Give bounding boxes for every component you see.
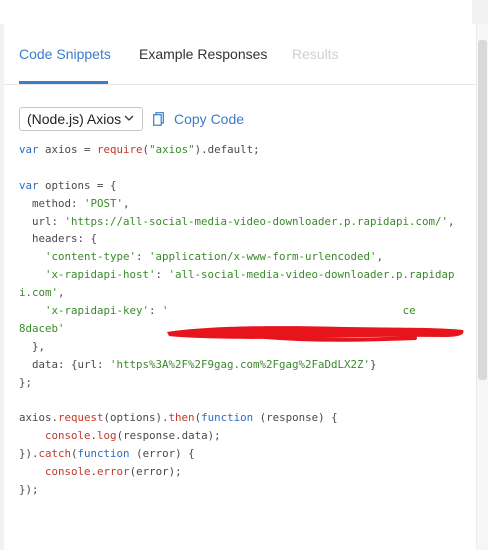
code-token: } bbox=[370, 357, 377, 371]
code-token: url: bbox=[19, 214, 65, 228]
code-token: method: bbox=[19, 196, 85, 210]
code-token: console bbox=[45, 465, 91, 479]
code-token: : bbox=[155, 268, 169, 282]
code-token: 'x-rapidapi-key' bbox=[45, 304, 150, 318]
code-line: 'x-rapidapi-host': 'all-social-media-vid… bbox=[19, 266, 474, 284]
code-line: url: 'https://all-social-media-video-dow… bbox=[19, 213, 474, 231]
code-token: : bbox=[136, 250, 150, 264]
tab-results[interactable]: Results bbox=[292, 44, 339, 64]
code-line: headers: { bbox=[19, 230, 474, 248]
code-token: 'all-social-media-video-downloader.p.rap… bbox=[168, 268, 455, 282]
code-token: data: {url: bbox=[19, 357, 111, 371]
code-token: (options). bbox=[103, 411, 169, 425]
code-line: method: 'POST', bbox=[19, 195, 474, 213]
code-token: function bbox=[201, 411, 254, 425]
code-token: 'https://all-social-media-video-download… bbox=[64, 214, 449, 228]
code-token: : bbox=[149, 304, 163, 318]
active-tab-indicator bbox=[19, 81, 108, 84]
tab-bar: Code Snippets Example Responses Results bbox=[4, 24, 476, 85]
code-token: , bbox=[448, 214, 455, 228]
code-token: function bbox=[77, 447, 130, 461]
code-line: 'content-type': 'application/x-www-form-… bbox=[19, 248, 474, 266]
code-line: 'x-rapidapi-key': ' ce bbox=[19, 302, 474, 320]
code-token: }, bbox=[19, 339, 46, 353]
code-line: data: {url: 'https%3A%2F%2F9gag.com%2Fga… bbox=[19, 356, 474, 374]
code-token: i.com' bbox=[19, 286, 59, 300]
code-token: }; bbox=[19, 375, 33, 389]
code-line: var axios = require("axios").default; bbox=[19, 141, 474, 159]
code-line: i.com', bbox=[19, 284, 474, 302]
top-strip-fill bbox=[0, 0, 472, 24]
code-token: }). bbox=[19, 447, 39, 461]
code-token: , bbox=[58, 286, 65, 300]
code-line: }).catch(function (error) { bbox=[19, 445, 474, 463]
tab-example-responses[interactable]: Example Responses bbox=[139, 44, 267, 64]
language-select[interactable]: (Node.js) Axios bbox=[19, 107, 143, 131]
code-token: 'x-rapidapi-host' bbox=[45, 268, 156, 282]
code-token: 'POST' bbox=[84, 196, 124, 210]
code-token: 'content-type' bbox=[45, 250, 137, 264]
code-token: 'application/x-www-form-urlencoded' bbox=[149, 250, 377, 264]
code-token: then bbox=[168, 411, 195, 425]
code-token: }); bbox=[19, 482, 39, 496]
code-token: console bbox=[45, 429, 91, 443]
code-token: , bbox=[123, 196, 130, 210]
code-token: headers: { bbox=[19, 232, 98, 246]
chevron-down-icon bbox=[124, 115, 134, 121]
tab-code-snippets[interactable]: Code Snippets bbox=[19, 44, 111, 64]
code-token: catch bbox=[38, 447, 72, 461]
code-token: (error); bbox=[129, 465, 182, 479]
code-token: ce bbox=[402, 304, 416, 318]
scrollbar-thumb[interactable] bbox=[478, 40, 487, 380]
code-block: var axios = require("axios").default; va… bbox=[19, 141, 474, 499]
code-token: axios = bbox=[38, 143, 98, 156]
code-token: error bbox=[97, 465, 130, 479]
redaction-mark bbox=[167, 326, 464, 342]
code-token: options = { bbox=[38, 178, 117, 192]
code-panel: Code Snippets Example Responses Results … bbox=[4, 24, 476, 550]
code-token: "axios" bbox=[149, 143, 195, 156]
code-token: log bbox=[97, 429, 117, 443]
code-token: (response.data); bbox=[116, 429, 221, 443]
code-line: console.log(response.data); bbox=[19, 427, 474, 445]
code-line: var options = { bbox=[19, 177, 474, 195]
copy-icon bbox=[153, 112, 164, 126]
copy-code-label: Copy Code bbox=[174, 111, 245, 127]
code-token: var bbox=[19, 178, 39, 192]
code-token: , bbox=[376, 250, 384, 264]
top-strip bbox=[0, 0, 488, 24]
code-token: request bbox=[58, 411, 104, 425]
code-token: axios. bbox=[19, 411, 59, 425]
code-token: 'https%3A%2F%2F9gag.com%2Fgag%2FaDdLX2Z' bbox=[110, 357, 371, 371]
code-line: }); bbox=[19, 481, 474, 499]
code-token: require bbox=[97, 143, 143, 156]
code-token: var bbox=[19, 143, 39, 156]
code-line: }; bbox=[19, 374, 474, 392]
code-line: console.error(error); bbox=[19, 463, 474, 481]
code-token: (response) { bbox=[253, 411, 338, 425]
code-token: (error) { bbox=[129, 447, 195, 461]
language-select-value: (Node.js) Axios bbox=[27, 111, 122, 127]
code-line: axios.request(options).then(function (re… bbox=[19, 409, 474, 427]
code-token: ).default; bbox=[194, 143, 260, 156]
code-token: 8daceb' bbox=[19, 321, 65, 335]
